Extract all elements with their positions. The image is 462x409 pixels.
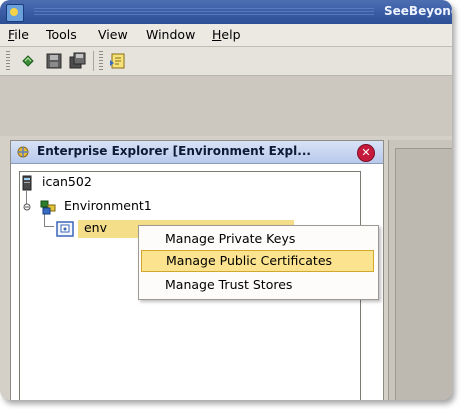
save-all-icon[interactable]: [68, 51, 88, 71]
toolbar-grip[interactable]: [6, 51, 10, 71]
server-icon: [22, 175, 32, 190]
tree-item-root[interactable]: ican502: [22, 174, 92, 192]
window-title: SeeBeyond: [384, 4, 452, 18]
toolbar-grip-2[interactable]: [99, 51, 103, 71]
menu-tools[interactable]: Tools: [46, 27, 77, 42]
menu-bar: File Tools View Window Help: [0, 24, 452, 47]
context-menu: Manage Private Keys Manage Public Certif…: [138, 225, 379, 300]
logical-host-icon: [56, 220, 74, 237]
menu-item-manage-trust-stores[interactable]: Manage Trust Stores: [141, 274, 374, 296]
tree-item-environment[interactable]: Environment1: [22, 198, 152, 216]
refresh-icon[interactable]: [18, 51, 38, 71]
import-icon[interactable]: [108, 51, 128, 71]
menu-help[interactable]: Help: [212, 27, 241, 42]
tree-label-environment: Environment1: [63, 198, 152, 213]
panel-header: Enterprise Explorer [Environment Expl...…: [11, 141, 383, 164]
workspace-background: [0, 76, 452, 136]
editor-inner: [395, 148, 452, 400]
environment-icon: [40, 200, 56, 214]
menu-view[interactable]: View: [98, 27, 128, 42]
tree-connector: [44, 226, 54, 227]
tree-item-env[interactable]: env: [56, 220, 107, 238]
tree-label-env: env: [83, 220, 107, 235]
explorer-icon: [16, 145, 30, 159]
menu-item-manage-public-certificates[interactable]: Manage Public Certificates: [141, 250, 374, 272]
toolbar-separator: [93, 51, 94, 71]
menu-help-mnemonic: H: [212, 27, 222, 42]
panel-title: Enterprise Explorer [Environment Expl...: [37, 144, 311, 158]
menu-item-manage-private-keys[interactable]: Manage Private Keys: [141, 228, 374, 250]
close-icon[interactable]: ✕: [357, 144, 375, 162]
tree-label-root: ican502: [41, 174, 92, 189]
menu-window[interactable]: Window: [146, 27, 195, 42]
title-bar: SeeBeyond: [0, 0, 452, 24]
menu-file-label: ile: [14, 27, 29, 42]
menu-help-label: elp: [221, 27, 241, 42]
toolbar: [0, 47, 452, 76]
menu-file[interactable]: File: [8, 27, 29, 42]
application-window: SeeBeyond File Tools View Window Help En…: [0, 0, 452, 400]
editor-pane: [388, 140, 452, 400]
title-bar-texture: [34, 8, 374, 16]
app-icon: [6, 4, 24, 22]
save-icon[interactable]: [44, 51, 64, 71]
expand-toggle-icon[interactable]: [22, 202, 32, 212]
